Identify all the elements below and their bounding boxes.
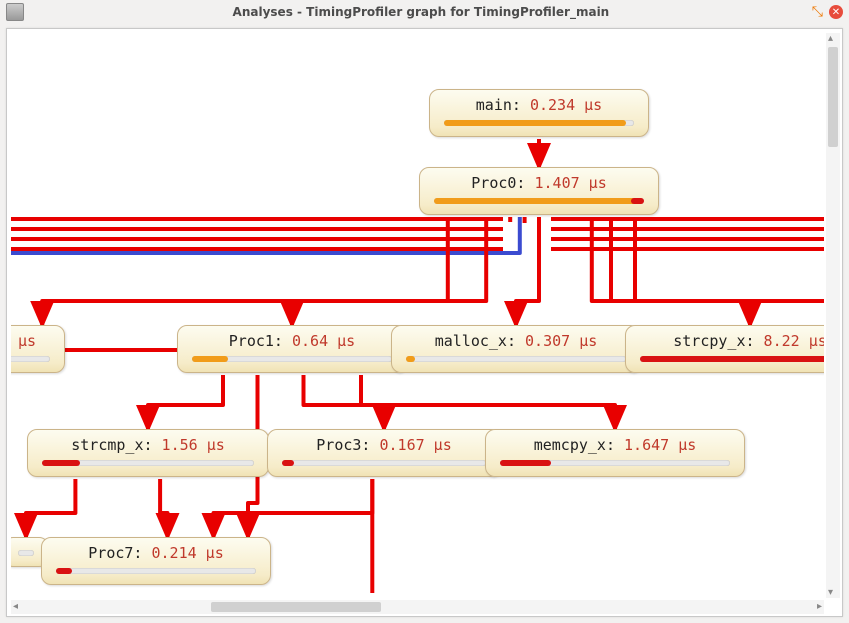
node-label: strcmp_x: xyxy=(71,436,161,454)
graph-node-strcpy[interactable]: strcpy_x: 8.22 µs xyxy=(625,325,824,373)
graph-node-proc1[interactable]: Proc1: 0.64 µs xyxy=(177,325,407,373)
node-bar xyxy=(192,356,392,362)
node-label: Proc1: xyxy=(229,332,292,350)
horizontal-scrollbar[interactable]: ◂ ▸ xyxy=(11,600,824,614)
node-bar xyxy=(282,460,486,466)
app-icon xyxy=(6,3,24,21)
node-value: 0.64 µs xyxy=(292,332,355,350)
node-value: 0.214 µs xyxy=(151,544,223,562)
graph-node-proc7[interactable]: Proc7: 0.214 µs xyxy=(41,537,271,585)
node-value: µs xyxy=(18,332,36,350)
graph-node-memcpy[interactable]: memcpy_x: 1.647 µs xyxy=(485,429,745,477)
node-bar xyxy=(56,568,256,574)
title-bar: Analyses - TimingProfiler graph for Timi… xyxy=(0,0,849,24)
graph-node-strcmp[interactable]: strcmp_x: 1.56 µs xyxy=(27,429,269,477)
scroll-up-icon[interactable]: ▴ xyxy=(828,33,833,44)
node-bar xyxy=(406,356,626,362)
edge-layer xyxy=(11,33,824,598)
window-title: Analyses - TimingProfiler graph for Timi… xyxy=(30,5,812,19)
node-value: 1.56 µs xyxy=(162,436,225,454)
node-value: 1.407 µs xyxy=(534,174,606,192)
horizontal-scroll-thumb[interactable] xyxy=(211,602,381,612)
content-frame: main: 0.234 µs Proc0: 1.407 µs µs Proc1: 0.… xyxy=(6,28,843,617)
vertical-scroll-thumb[interactable] xyxy=(828,47,838,147)
node-value: 8.22 µs xyxy=(764,332,824,350)
node-label: strcpy_x: xyxy=(673,332,763,350)
node-bar xyxy=(11,356,50,362)
graph-node-malloc[interactable]: malloc_x: 0.307 µs xyxy=(391,325,641,373)
node-bar xyxy=(434,198,644,204)
node-label: Proc3: xyxy=(316,436,379,454)
close-icon[interactable]: ✕ xyxy=(829,5,843,19)
node-value: 1.647 µs xyxy=(624,436,696,454)
node-label: main: xyxy=(476,96,530,114)
node-bar xyxy=(500,460,730,466)
node-value: 0.167 µs xyxy=(379,436,451,454)
graph-canvas-viewport[interactable]: main: 0.234 µs Proc0: 1.407 µs µs Proc1: 0.… xyxy=(11,33,824,598)
node-label: malloc_x: xyxy=(435,332,525,350)
node-label: Proc7: xyxy=(88,544,151,562)
node-label: memcpy_x: xyxy=(534,436,624,454)
scroll-left-icon[interactable]: ◂ xyxy=(13,601,18,612)
node-bar xyxy=(444,120,634,126)
scroll-down-icon[interactable]: ▾ xyxy=(828,587,833,598)
node-label: Proc0: xyxy=(471,174,534,192)
node-value: 0.234 µs xyxy=(530,96,602,114)
graph-node-cut_left[interactable]: µs xyxy=(11,325,65,373)
node-bar xyxy=(42,460,254,466)
scroll-right-icon[interactable]: ▸ xyxy=(817,601,822,612)
node-value: 0.307 µs xyxy=(525,332,597,350)
node-bar xyxy=(640,356,824,362)
graph-node-proc3[interactable]: Proc3: 0.167 µs xyxy=(267,429,501,477)
vertical-scrollbar[interactable]: ▴ ▾ xyxy=(826,33,840,598)
graph-node-proc0[interactable]: Proc0: 1.407 µs xyxy=(419,167,659,215)
collapse-icon[interactable]: ⤡ xyxy=(812,4,823,20)
graph-node-main[interactable]: main: 0.234 µs xyxy=(429,89,649,137)
node-bar xyxy=(18,550,34,556)
